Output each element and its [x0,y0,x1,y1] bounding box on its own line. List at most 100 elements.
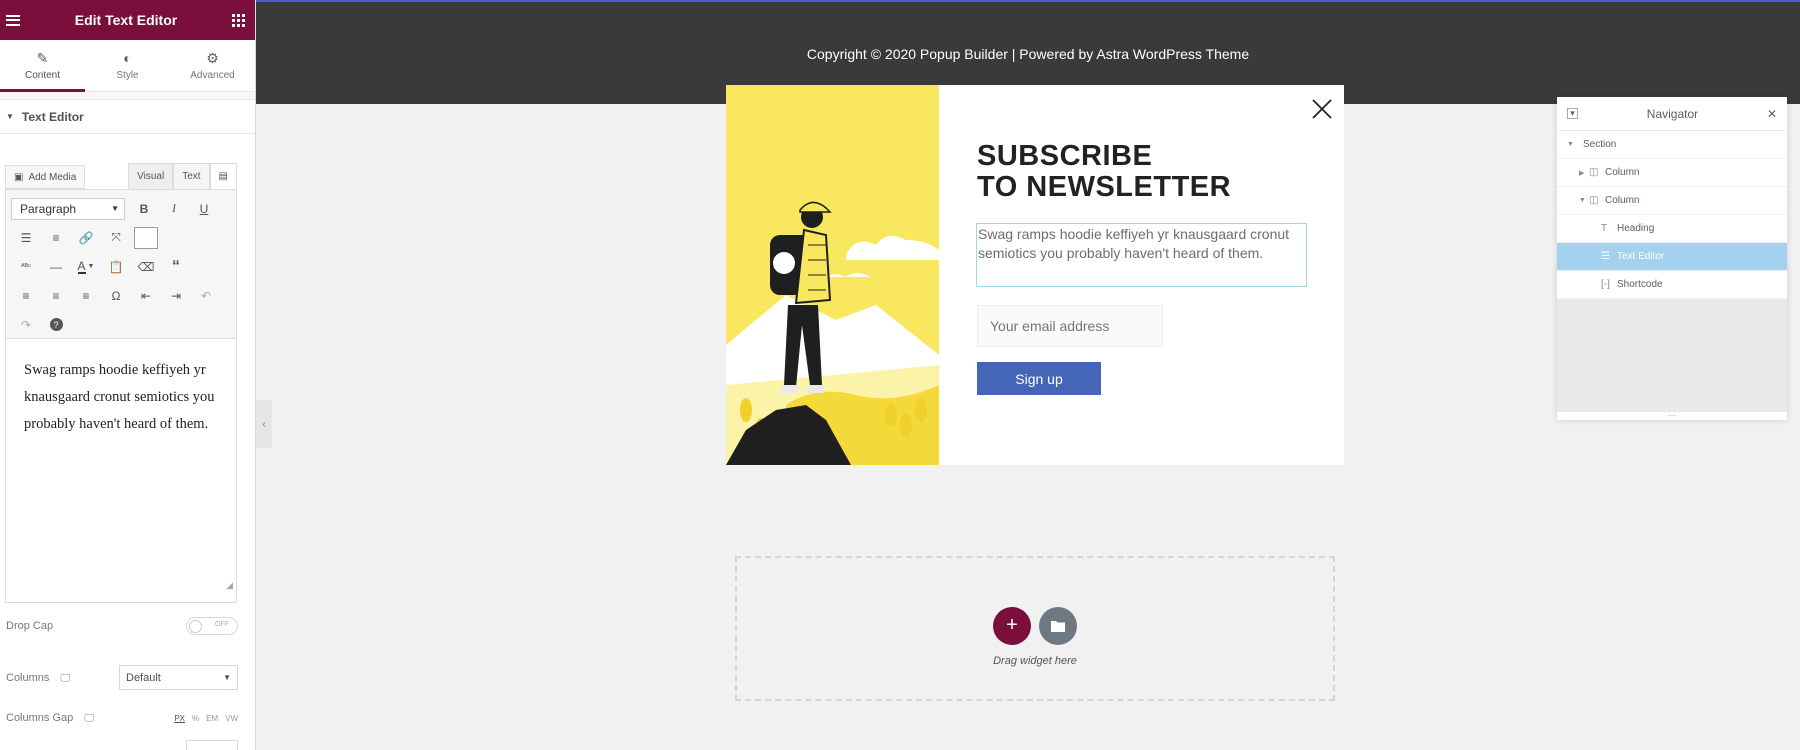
add-template-button[interactable] [1039,606,1077,645]
close-icon[interactable] [1312,99,1332,119]
popup-content: SUBSCRIBE TO NEWSLETTER Swag ramps hoodi… [939,85,1344,465]
columns-value: Default [126,671,161,684]
indent-icon[interactable]: ⇥ [161,283,191,309]
nav-item-label: Column [1605,195,1640,206]
editor-content: Swag ramps hoodie keffiyeh yr knausgaard… [24,362,215,432]
columns-gap-control: Columns Gap 🖵 PX % EM VW [6,712,238,724]
outdent-icon[interactable]: ⇤ [131,283,161,309]
resize-grip-icon[interactable]: ◢ [226,572,233,599]
underline-icon[interactable]: U [189,196,219,222]
widgets-grid-icon[interactable] [231,13,245,27]
tab-style[interactable]: ◐ Style [85,40,170,91]
signup-button[interactable]: Sign up [977,362,1101,395]
help-icon[interactable]: ? [41,312,71,338]
columns-gap-label: Columns Gap [6,712,74,724]
italic-icon[interactable]: I [159,196,189,222]
unit-switcher: PX % EM VW [174,714,238,723]
tab-content[interactable]: ✎ Content [0,40,85,92]
bullet-list-icon[interactable]: ☰ [11,225,41,251]
collapse-panel-toggle[interactable]: ‹ [256,400,272,448]
nav-item-label: Heading [1617,223,1655,234]
add-media-label: Add Media [28,171,77,183]
tab-text[interactable]: Text [173,163,210,189]
nav-item-label: Column [1605,167,1640,178]
column-icon: ◫ [1589,195,1599,206]
unit-px[interactable]: PX [174,714,185,723]
align-center-icon[interactable]: ≡ [41,283,71,309]
desktop-icon[interactable]: 🖵 [84,713,94,724]
nav-item-text-editor[interactable]: ☰ Text Editor [1557,243,1787,271]
pencil-icon: ✎ [36,50,49,66]
nav-item-column[interactable]: ▼ ◫ Column [1557,187,1787,215]
nav-item-column[interactable]: ▶ ◫ Column [1557,159,1787,187]
media-icon: ▣ [14,171,24,183]
editor-text-area[interactable]: Swag ramps hoodie keffiyeh yr knausgaard… [5,339,237,603]
newsletter-heading[interactable]: SUBSCRIBE TO NEWSLETTER [977,141,1231,203]
unit-em[interactable]: EM [206,714,218,723]
collapse-all-icon[interactable]: ▾ [1567,108,1578,119]
add-media-button[interactable]: ▣ Add Media [5,165,86,189]
chevron-left-icon: ‹ [262,418,266,430]
gear-icon: ⚙ [206,50,219,66]
tab-content-label: Content [24,70,61,81]
columns-control: Columns 🖵 Default ▼ [6,665,238,690]
unit-percent[interactable]: % [192,714,199,723]
folder-icon [1051,620,1065,632]
chevron-down-icon: ▼ [111,204,119,213]
menu-icon[interactable] [6,14,20,26]
editor-toolbar: Paragraph ▼ B I U ☰ ≡ 🔗 ⤧ ᴬᴮᶜ — A▼ 📋 ⌫ [5,189,237,339]
unit-vw[interactable]: VW [225,714,238,723]
text-color-icon[interactable]: A ▼ [71,254,101,280]
editor-panel: Edit Text Editor ✎ Content ◐ Style ⚙ Adv… [0,0,256,750]
nav-item-shortcode[interactable]: [-] Shortcode [1557,271,1787,299]
paragraph-format-select[interactable]: Paragraph ▼ [11,197,125,220]
clear-formatting-icon[interactable]: ⌫ [131,254,161,280]
redo-icon[interactable]: ↷ [11,312,41,338]
newsletter-popup: SUBSCRIBE TO NEWSLETTER Swag ramps hoodi… [726,85,1344,465]
tab-visual[interactable]: Visual [128,163,174,189]
drop-cap-toggle[interactable]: OFF [186,617,238,635]
add-section-button[interactable]: + [993,606,1031,645]
navigator-header[interactable]: ▾ Navigator ✕ [1557,97,1787,131]
wysiwyg-editor: ▣ Add Media Visual Text ▤ Paragraph ▼ B … [5,163,237,603]
blockquote-icon[interactable]: “ [161,254,191,280]
panel-tabs: ✎ Content ◐ Style ⚙ Advanced [0,40,255,92]
navigator-title: Navigator [1646,106,1699,121]
nav-item-section[interactable]: ▼ Section [1557,131,1787,159]
heading-line-2: TO NEWSLETTER [977,171,1232,203]
close-icon[interactable]: ✕ [1767,107,1777,121]
drop-cap-label: Drop Cap [6,620,54,632]
columns-select[interactable]: Default ▼ [119,665,238,690]
caret-down-icon: ▼ [1579,197,1586,204]
widget-drop-zone[interactable]: + Drag widget here [735,556,1335,701]
newsletter-text[interactable]: Swag ramps hoodie keffiyeh yr knausgaard… [976,223,1307,287]
tab-style-label: Style [116,70,139,81]
columns-gap-input[interactable] [186,740,238,750]
align-left-icon[interactable]: ≡ [11,283,41,309]
align-right-icon[interactable]: ≡ [71,283,101,309]
navigator-resize-handle[interactable]: … [1557,410,1787,420]
fullscreen-icon[interactable]: ⤧ [101,225,131,251]
special-character-icon[interactable]: Ω [101,283,131,309]
panel-header: Edit Text Editor [0,0,255,40]
drop-zone-text: Drag widget here [993,654,1077,667]
link-icon[interactable]: 🔗 [71,225,101,251]
copyright-text: Copyright © 2020 Popup Builder | Powered… [806,46,1250,62]
numbered-list-icon[interactable]: ≡ [41,225,71,251]
paste-text-icon[interactable]: 📋 [101,254,131,280]
drop-zone-buttons: + [993,606,1077,645]
email-field[interactable] [977,305,1163,347]
toggle-knob [189,620,202,633]
tab-advanced[interactable]: ⚙ Advanced [170,40,255,91]
horizontal-line-icon[interactable]: — [41,254,71,280]
chevron-down-icon: ▼ [223,673,231,682]
toolbar-toggle-icon[interactable]: ▤ [209,163,237,189]
toolbar-toggle-button[interactable] [134,226,158,249]
heading-line-1: SUBSCRIBE [977,140,1153,172]
desktop-icon[interactable]: 🖵 [60,673,70,684]
undo-icon[interactable]: ↶ [191,283,221,309]
nav-item-heading[interactable]: T Heading [1557,215,1787,243]
strikethrough-icon[interactable]: ᴬᴮᶜ [11,254,41,280]
section-toggle[interactable]: ▼ Text Editor [0,100,255,134]
bold-icon[interactable]: B [129,196,159,222]
